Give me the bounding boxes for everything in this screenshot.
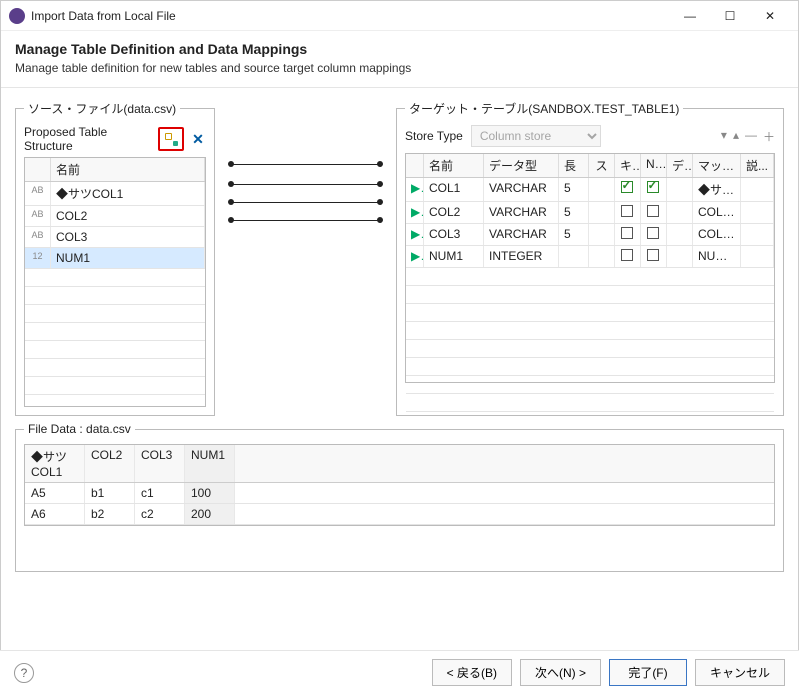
fd-header[interactable]: ◆サツCOL1 <box>25 445 85 482</box>
key-checkbox[interactable] <box>621 227 633 239</box>
source-row[interactable]: AB COL2 <box>25 206 205 227</box>
type-badge: AB <box>25 182 51 205</box>
fd-header[interactable]: NUM1 <box>185 445 235 482</box>
th-len[interactable]: 長 <box>559 154 589 177</box>
move-up-icon[interactable]: ▴ <box>733 128 739 145</box>
file-data-legend: File Data : data.csv <box>24 422 135 436</box>
th-name[interactable]: 名前 <box>424 154 484 177</box>
page-subheading: Manage table definition for new tables a… <box>15 61 784 75</box>
th-desc[interactable]: 説... <box>741 154 774 177</box>
notnull-checkbox[interactable] <box>647 249 659 261</box>
file-data-panel: File Data : data.csv ◆サツCOL1 COL2 COL3 N… <box>15 422 784 572</box>
target-row[interactable]: ▶ NUM1 INTEGER NUM... <box>406 246 774 268</box>
th-null[interactable]: N... <box>641 154 667 177</box>
key-checkbox[interactable] <box>621 205 633 217</box>
source-col-name: NUM1 <box>51 248 205 268</box>
target-row[interactable]: ▶ COL3 VARCHAR 5 COL3-... <box>406 224 774 246</box>
wizard-footer: ? < 戻る(B) 次へ(N) > 完了(F) キャンセル <box>0 650 799 694</box>
cancel-button[interactable]: キャンセル <box>695 659 785 686</box>
column-mapping-lines <box>231 100 380 416</box>
window-maximize-button[interactable]: ☐ <box>710 2 750 30</box>
play-icon: ▶ <box>406 224 424 245</box>
source-col-name: COL2 <box>51 206 205 226</box>
notnull-checkbox[interactable] <box>647 181 659 193</box>
window-close-button[interactable]: ✕ <box>750 2 790 30</box>
store-type-select[interactable]: Column store <box>471 125 601 147</box>
target-table-legend: ターゲット・テーブル(SANDBOX.TEST_TABLE1) <box>405 100 683 117</box>
app-icon <box>9 8 25 24</box>
notnull-checkbox[interactable] <box>647 205 659 217</box>
source-row[interactable]: AB COL3 <box>25 227 205 248</box>
target-table-panel: ターゲット・テーブル(SANDBOX.TEST_TABLE1) Store Ty… <box>396 100 784 416</box>
page-heading: Manage Table Definition and Data Mapping… <box>15 41 784 57</box>
remove-mapping-icon[interactable]: ✕ <box>190 131 206 147</box>
add-column-icon[interactable]: ＋ <box>763 128 775 145</box>
mapping-structure-highlight <box>158 127 184 151</box>
finish-button[interactable]: 完了(F) <box>609 659 687 686</box>
source-row[interactable]: 12 NUM1 <box>25 248 205 269</box>
window-title: Import Data from Local File <box>31 9 670 23</box>
source-columns-table[interactable]: 名前 AB ◆サツCOL1 AB COL2 AB COL3 12 NUM1 <box>24 157 206 407</box>
source-col-name: ◆サツCOL1 <box>51 182 205 205</box>
th-key[interactable]: キー <box>615 154 641 177</box>
back-button[interactable]: < 戻る(B) <box>432 659 512 686</box>
target-row[interactable]: ▶ COL2 VARCHAR 5 COL2-... <box>406 202 774 224</box>
source-row[interactable]: AB ◆サツCOL1 <box>25 182 205 206</box>
fd-row[interactable]: A6 b2 c2 200 <box>25 504 774 525</box>
remove-column-icon[interactable]: — <box>745 128 757 145</box>
help-icon[interactable]: ? <box>14 663 34 683</box>
play-icon: ▶ <box>406 178 424 201</box>
auto-map-icon[interactable] <box>163 131 179 147</box>
page-header: Manage Table Definition and Data Mapping… <box>1 31 798 88</box>
source-file-panel: ソース・ファイル(data.csv) Proposed Table Struct… <box>15 100 215 416</box>
next-button[interactable]: 次へ(N) > <box>520 659 601 686</box>
fd-header[interactable]: COL2 <box>85 445 135 482</box>
proposed-structure-label: Proposed Table Structure <box>24 125 152 153</box>
target-columns-table[interactable]: 名前 データ型 長 ス キー N... デ... マッピ... 説... ▶ C… <box>405 153 775 383</box>
notnull-checkbox[interactable] <box>647 227 659 239</box>
th-scale[interactable]: ス <box>589 154 615 177</box>
source-col-name: COL3 <box>51 227 205 247</box>
play-icon: ▶ <box>406 246 424 267</box>
key-checkbox[interactable] <box>621 249 633 261</box>
target-row[interactable]: ▶ COL1 VARCHAR 5 ◆サツC... <box>406 178 774 202</box>
move-down-icon[interactable]: ▾ <box>721 128 727 145</box>
th-def[interactable]: デ... <box>667 154 693 177</box>
source-name-header: 名前 <box>51 158 205 181</box>
fd-header[interactable]: COL3 <box>135 445 185 482</box>
window-titlebar: Import Data from Local File — ☐ ✕ <box>1 1 798 31</box>
type-badge: 12 <box>25 248 51 268</box>
type-badge: AB <box>25 206 51 226</box>
type-badge: AB <box>25 227 51 247</box>
play-icon: ▶ <box>406 202 424 223</box>
window-minimize-button[interactable]: — <box>670 2 710 30</box>
file-data-table[interactable]: ◆サツCOL1 COL2 COL3 NUM1 A5 b1 c1 100 A6 b… <box>24 444 775 526</box>
th-dtype[interactable]: データ型 <box>484 154 559 177</box>
store-type-label: Store Type <box>405 129 463 143</box>
fd-row[interactable]: A5 b1 c1 100 <box>25 483 774 504</box>
source-file-legend: ソース・ファイル(data.csv) <box>24 100 180 117</box>
th-map[interactable]: マッピ... <box>693 154 741 177</box>
key-checkbox[interactable] <box>621 181 633 193</box>
